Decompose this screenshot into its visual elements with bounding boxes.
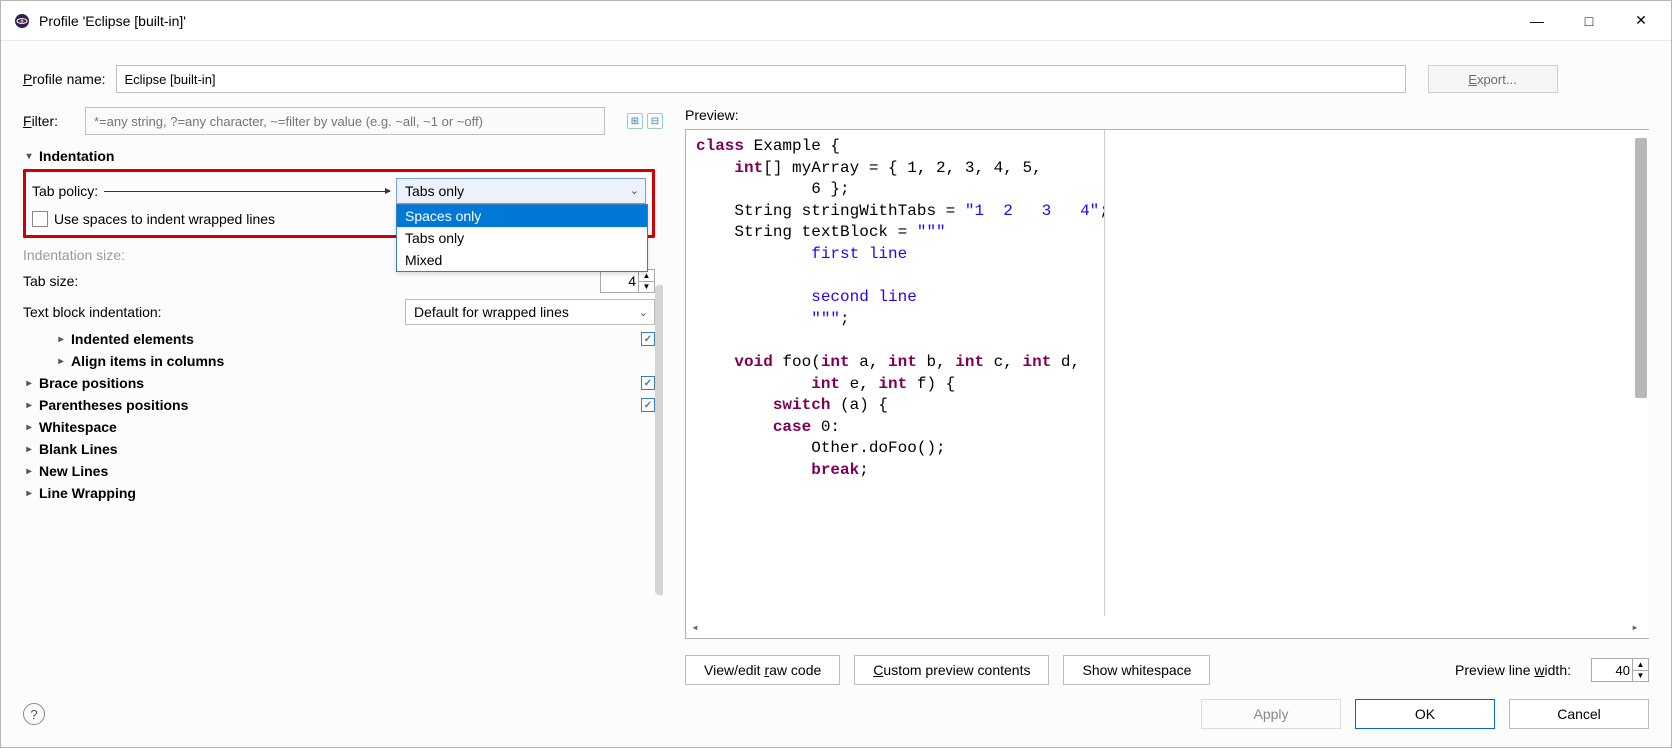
custom-preview-button[interactable]: Custom preview contents <box>854 655 1049 685</box>
app-icon <box>13 12 31 30</box>
show-whitespace-button[interactable]: Show whitespace <box>1063 655 1210 685</box>
checked-indicator-icon: ✓ <box>641 398 655 412</box>
chevron-right-icon[interactable]: ▸ <box>23 400 35 411</box>
apply-button[interactable]: Apply <box>1201 699 1341 729</box>
help-icon[interactable]: ? <box>23 703 45 725</box>
spinner-down-icon[interactable]: ▼ <box>638 282 654 293</box>
tree-new-lines[interactable]: New Lines <box>39 463 108 479</box>
profile-name-label: PProfile name:rofile name: <box>23 71 106 87</box>
chevron-right-icon[interactable]: ▸ <box>23 488 35 499</box>
window-title: Profile 'Eclipse [built-in]' <box>39 13 1511 29</box>
indentation-size-label: Indentation size: <box>23 247 125 263</box>
checked-indicator-icon: ✓ <box>641 332 655 346</box>
tab-policy-value: Tabs only <box>405 183 464 199</box>
tree-scrollbar[interactable] <box>655 285 663 595</box>
tab-policy-dropdown: Spaces only Tabs only Mixed <box>396 204 648 272</box>
tab-policy-combo[interactable]: Tabs only ⌄ Spaces only Tabs only Mixed <box>396 178 646 204</box>
tree-indented-elements[interactable]: Indented elements <box>71 331 194 347</box>
scroll-right-icon[interactable]: ▸ <box>1626 620 1644 636</box>
tab-policy-option-mixed[interactable]: Mixed <box>397 249 647 271</box>
chevron-right-icon[interactable]: ▸ <box>23 466 35 477</box>
chevron-right-icon[interactable]: ▸ <box>55 356 67 367</box>
leader-line <box>104 191 390 192</box>
tab-policy-option-spaces[interactable]: Spaces only <box>397 205 647 227</box>
tab-size-spinner[interactable]: 4 ▲ ▼ <box>600 269 655 293</box>
text-block-value: Default for wrapped lines <box>414 304 569 320</box>
use-spaces-label: Use spaces to indent wrapped lines <box>54 211 275 227</box>
tree-brace-positions[interactable]: Brace positions <box>39 375 144 391</box>
tab-policy-option-tabs[interactable]: Tabs only <box>397 227 647 249</box>
code-preview: class Example { int[] myArray = { 1, 2, … <box>685 129 1649 639</box>
text-block-label: Text block indentation: <box>23 304 162 320</box>
minimize-button[interactable]: — <box>1511 2 1563 40</box>
checked-indicator-icon: ✓ <box>641 376 655 390</box>
profile-name-input[interactable] <box>116 65 1406 93</box>
chevron-right-icon[interactable]: ▸ <box>23 422 35 433</box>
spinner-up-icon[interactable]: ▲ <box>1632 659 1648 671</box>
export-button[interactable]: Export... <box>1428 65 1558 93</box>
close-button[interactable]: ✕ <box>1615 2 1667 40</box>
chevron-down-icon[interactable]: ▾ <box>23 151 35 162</box>
tree-align-items[interactable]: Align items in columns <box>71 353 224 369</box>
tree-whitespace[interactable]: Whitespace <box>39 419 117 435</box>
spinner-down-icon[interactable]: ▼ <box>1632 671 1648 682</box>
highlighted-region: Tab policy: Tabs only ⌄ Spaces only Tabs… <box>23 169 655 238</box>
filter-input[interactable] <box>85 107 605 135</box>
use-spaces-checkbox[interactable] <box>32 211 48 227</box>
margin-guide <box>1104 130 1105 616</box>
titlebar: Profile 'Eclipse [built-in]' — □ ✕ <box>1 1 1671 41</box>
chevron-down-icon: ⌄ <box>630 184 639 197</box>
preview-horizontal-scrollbar[interactable]: ◂ ▸ <box>686 618 1644 638</box>
text-block-combo[interactable]: Default for wrapped lines ⌄ <box>405 299 655 325</box>
scroll-left-icon[interactable]: ◂ <box>686 620 704 636</box>
tab-size-label: Tab size: <box>23 273 78 289</box>
preview-line-width-value: 40 <box>1616 663 1630 678</box>
tree-paren-positions[interactable]: Parentheses positions <box>39 397 188 413</box>
maximize-button[interactable]: □ <box>1563 2 1615 40</box>
chevron-right-icon[interactable]: ▸ <box>23 378 35 389</box>
ok-button[interactable]: OK <box>1355 699 1495 729</box>
tree-indentation[interactable]: Indentation <box>39 148 114 164</box>
expand-all-icon[interactable]: ⊞ <box>627 113 643 129</box>
tree-blank-lines[interactable]: Blank Lines <box>39 441 118 457</box>
chevron-right-icon[interactable]: ▸ <box>23 444 35 455</box>
chevron-right-icon[interactable]: ▸ <box>55 334 67 345</box>
preview-scrollbar[interactable] <box>1635 138 1647 398</box>
collapse-all-icon[interactable]: ⊟ <box>647 113 663 129</box>
preview-line-width-spinner[interactable]: 40 ▲ ▼ <box>1591 658 1649 682</box>
filter-label: Filter: <box>23 113 67 129</box>
tab-size-value: 4 <box>628 273 636 289</box>
view-raw-button[interactable]: View/edit raw code <box>685 655 840 685</box>
chevron-down-icon: ⌄ <box>639 306 648 319</box>
preview-line-width-label: Preview line width: <box>1455 662 1571 678</box>
preview-label: Preview: <box>685 107 1649 123</box>
tree-line-wrapping[interactable]: Line Wrapping <box>39 485 136 501</box>
tab-policy-label: Tab policy: <box>32 183 98 199</box>
cancel-button[interactable]: Cancel <box>1509 699 1649 729</box>
